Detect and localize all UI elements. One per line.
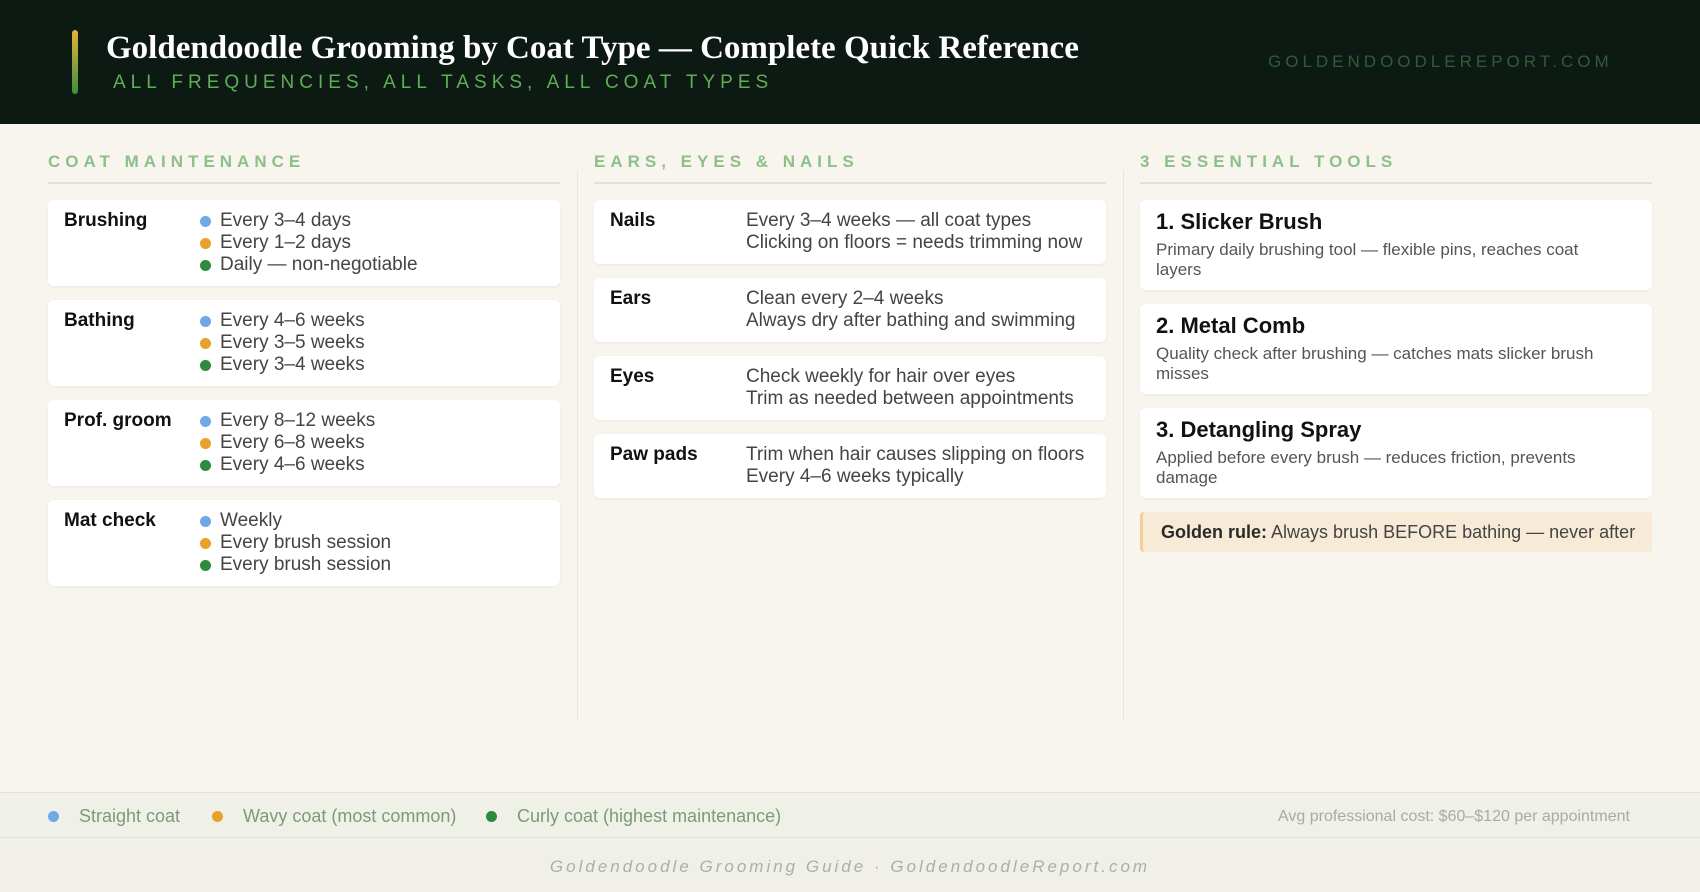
golden-rule-text: Always brush BEFORE bathing — never afte… [1271,522,1636,542]
straight-coat-dot [200,315,211,327]
ears-eyes-nails-section: EARS, EYES & NAILS Nails Every 3–4 weeks… [594,124,1106,792]
section-title-essential-tools: 3 ESSENTIAL TOOLS [1140,152,1652,184]
tool-name: 1. Slicker Brush [1156,209,1323,234]
page-subtitle: ALL FREQUENCIES, ALL TASKS, ALL COAT TYP… [113,72,774,93]
legend-label: Wavy coat (most common) [243,806,457,826]
task-details: Check weekly for hair over eyes Trim as … [746,366,1074,410]
column-divider [577,170,578,720]
frequency-list: Weekly Every brush session Every brush s… [200,510,391,576]
detail-line: Always dry after bathing and swimming [746,310,1076,331]
legend-label: Straight coat [79,806,181,826]
section-title-ears-eyes-nails: EARS, EYES & NAILS [594,152,1106,184]
task-label: Brushing [64,210,148,231]
wavy-coat-dot [200,237,211,249]
straight-coat-dot [200,515,211,527]
legend-item-straight: Straight coat [48,806,180,827]
detail-line: Check weekly for hair over eyes [746,366,1016,387]
frequency-list: Every 3–4 days Every 1–2 days Daily — no… [200,210,418,276]
cost-note: Avg professional cost: $60–$120 per appo… [1278,808,1630,825]
wavy-coat-dot [200,437,211,449]
legend-item-curly: Curly coat (highest maintenance) [486,806,781,827]
curly-coat-dot [486,811,497,822]
legend-label: Curly coat (highest maintenance) [517,806,782,826]
task-label: Mat check [64,510,156,531]
curly-coat-dot [200,559,211,571]
curly-coat-dot [200,459,211,471]
care-card-paw-pads: Paw pads Trim when hair causes slipping … [594,434,1106,498]
golden-rule-label: Golden rule: [1161,522,1268,542]
frequency-list: Every 4–6 weeks Every 3–5 weeks Every 3–… [200,310,365,376]
straight-frequency: Every 4–6 weeks [220,310,365,331]
straight-coat-dot [200,415,211,427]
detail-line: Clicking on floors = needs trimming now [746,232,1083,253]
tool-card-slicker-brush: 1. Slicker Brush Primary daily brushing … [1140,200,1652,290]
care-card-nails: Nails Every 3–4 weeks — all coat types C… [594,200,1106,264]
maintenance-card-mat-check: Mat check Weekly Every brush session Eve… [48,500,560,586]
straight-frequency: Every 8–12 weeks [220,410,376,431]
tool-description: Applied before every brush — reduces fri… [1156,448,1576,487]
straight-frequency: Every 3–4 days [220,210,351,231]
frequency-list: Every 8–12 weeks Every 6–8 weeks Every 4… [200,410,375,476]
task-label: Eyes [610,366,655,387]
tool-description: Primary daily brushing tool — flexible p… [1156,240,1579,279]
straight-frequency: Weekly [220,510,282,531]
detail-line: Every 3–4 weeks — all coat types [746,210,1032,231]
task-label: Paw pads [610,444,698,465]
curly-frequency: Daily — non-negotiable [220,254,418,275]
detail-line: Trim as needed between appointments [746,388,1074,409]
tool-name: 3. Detangling Spray [1156,417,1362,442]
straight-coat-dot [200,215,211,227]
task-label: Bathing [64,310,135,331]
tool-card-metal-comb: 2. Metal Comb Quality check after brushi… [1140,304,1652,394]
task-label: Ears [610,288,652,309]
legend-bar: Straight coat Wavy coat (most common) Cu… [0,792,1700,838]
curly-frequency: Every 3–4 weeks [220,354,365,375]
wavy-frequency: Every brush session [220,532,392,553]
straight-coat-dot [48,811,59,822]
wavy-frequency: Every 1–2 days [220,232,351,253]
page-title: Goldendoodle Grooming by Coat Type — Com… [106,30,1079,66]
care-card-ears: Ears Clean every 2–4 weeks Always dry af… [594,278,1106,342]
task-label: Nails [610,210,656,231]
page-footer: Goldendoodle Grooming Guide · Goldendood… [0,838,1700,892]
curly-frequency: Every brush session [220,554,392,575]
wavy-coat-dot [212,811,223,822]
curly-coat-dot [200,259,211,271]
detail-line: Clean every 2–4 weeks [746,288,944,309]
detail-line: Trim when hair causes slipping on floors [746,444,1085,465]
maintenance-card-prof-groom: Prof. groom Every 8–12 weeks Every 6–8 w… [48,400,560,486]
wavy-coat-dot [200,337,211,349]
care-card-eyes: Eyes Check weekly for hair over eyes Tri… [594,356,1106,420]
maintenance-card-bathing: Bathing Every 4–6 weeks Every 3–5 weeks … [48,300,560,386]
curly-frequency: Every 4–6 weeks [220,454,365,475]
task-details: Trim when hair causes slipping on floors… [746,444,1084,488]
tool-card-detangling-spray: 3. Detangling Spray Applied before every… [1140,408,1652,498]
task-details: Clean every 2–4 weeks Always dry after b… [746,288,1075,332]
site-link[interactable]: GOLDENDOODLEREPORT.COM [1268,52,1613,72]
tool-name: 2. Metal Comb [1156,313,1306,338]
task-details: Every 3–4 weeks — all coat types Clickin… [746,210,1082,254]
column-divider [1123,170,1124,720]
coat-maintenance-section: COAT MAINTENANCE Brushing Every 3–4 days… [48,124,560,792]
legend-item-wavy: Wavy coat (most common) [212,806,456,827]
detail-line: Every 4–6 weeks typically [746,466,964,487]
golden-rule-callout: Golden rule: Always brush BEFORE bathing… [1140,512,1652,552]
page-header: Goldendoodle Grooming by Coat Type — Com… [0,0,1700,124]
wavy-frequency: Every 3–5 weeks [220,332,365,353]
tool-description: Quality check after brushing — catches m… [1156,344,1594,383]
curly-coat-dot [200,359,211,371]
footer-text: Goldendoodle Grooming Guide · Goldendood… [549,857,1151,876]
header-accent-bar [72,30,78,94]
task-label: Prof. groom [64,410,172,431]
maintenance-card-brushing: Brushing Every 3–4 days Every 1–2 days D… [48,200,560,286]
section-title-coat-maintenance: COAT MAINTENANCE [48,152,560,184]
wavy-frequency: Every 6–8 weeks [220,432,365,453]
wavy-coat-dot [200,537,211,549]
essential-tools-section: 3 ESSENTIAL TOOLS 1. Slicker Brush Prima… [1140,124,1652,792]
